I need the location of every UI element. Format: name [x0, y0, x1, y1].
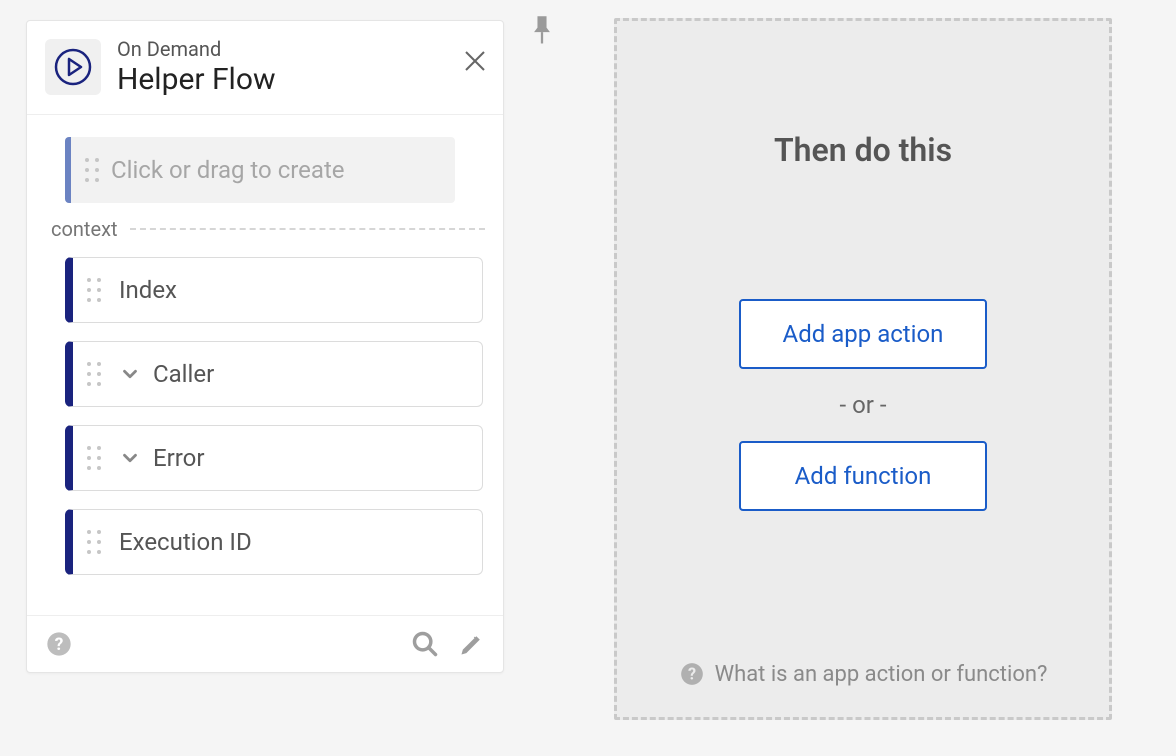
field-label: Index: [119, 276, 177, 304]
add-app-action-button[interactable]: Add app action: [739, 299, 987, 369]
context-field[interactable]: Error: [65, 425, 483, 491]
drag-handle-icon[interactable]: [79, 158, 105, 182]
help-icon[interactable]: ?: [45, 630, 73, 658]
or-separator: - or -: [840, 391, 887, 419]
card-body: Click or drag to create context Index Cal…: [27, 115, 503, 615]
search-icon[interactable]: [411, 630, 439, 658]
panel-heading: Then do this: [774, 131, 952, 169]
card-subtitle: On Demand: [117, 37, 276, 61]
title-block: On Demand Helper Flow: [117, 37, 276, 96]
context-field[interactable]: Execution ID: [65, 509, 483, 575]
drag-handle-icon[interactable]: [81, 278, 107, 302]
svg-text:?: ?: [688, 664, 696, 683]
chevron-down-icon[interactable]: [119, 363, 141, 385]
add-function-button[interactable]: Add function: [739, 441, 987, 511]
card-title: Helper Flow: [117, 63, 276, 96]
help-row[interactable]: ? What is an app action or function?: [617, 661, 1109, 687]
close-icon[interactable]: [463, 49, 487, 77]
card-footer: ?: [27, 615, 503, 672]
add-function-label: Add function: [795, 462, 932, 490]
drag-handle-icon[interactable]: [81, 446, 107, 470]
section-label: context: [51, 217, 118, 241]
edit-icon[interactable]: [459, 631, 485, 657]
help-icon: ?: [679, 661, 705, 687]
play-icon: [45, 39, 101, 95]
drag-handle-icon[interactable]: [81, 530, 107, 554]
drag-handle-icon[interactable]: [81, 362, 107, 386]
chevron-down-icon[interactable]: [119, 447, 141, 469]
field-label: Error: [153, 444, 205, 472]
flow-card: On Demand Helper Flow Click or drag to c…: [26, 20, 504, 673]
help-link-text: What is an app action or function?: [715, 662, 1048, 687]
action-panel: Then do this Add app action - or - Add f…: [614, 18, 1112, 720]
pin-icon[interactable]: [528, 14, 556, 52]
context-field[interactable]: Caller: [65, 341, 483, 407]
add-app-action-label: Add app action: [783, 320, 944, 348]
field-label: Caller: [153, 360, 214, 388]
divider: [130, 228, 485, 230]
svg-text:?: ?: [55, 635, 64, 655]
card-header: On Demand Helper Flow: [27, 21, 503, 115]
field-label: Execution ID: [119, 528, 252, 556]
create-field-row[interactable]: Click or drag to create: [65, 137, 455, 203]
create-placeholder: Click or drag to create: [111, 156, 345, 184]
section-label-row: context: [51, 217, 485, 241]
context-field[interactable]: Index: [65, 257, 483, 323]
